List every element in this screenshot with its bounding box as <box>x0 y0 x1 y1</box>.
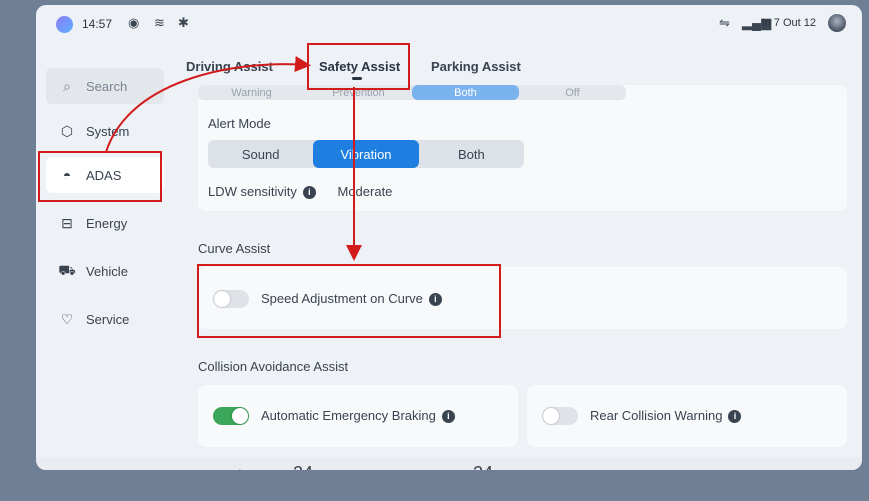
search-placeholder: Search <box>86 78 128 94</box>
right-temp-value: 24 <box>473 463 493 470</box>
bottom-dock: ↩ ⌂ ⛟ ✣ON ‹ 24 °c › ⸙ ‹ 24 °c › ◡ ⊞ ▯▯ ⧉ <box>36 457 862 470</box>
aeb-card: Automatic Emergency Braking i <box>198 385 518 447</box>
left-temp-value: 24 <box>293 463 313 470</box>
temperature-readout: In 7 Out 12 <box>761 17 816 29</box>
sidebar-item-label: Energy <box>86 215 128 231</box>
sidebar-item-system[interactable]: ⬡ System <box>46 113 164 149</box>
bluetooth-icon: ✱ <box>178 15 189 30</box>
sidebar-item-vehicle[interactable]: ⛟ Vehicle <box>46 253 164 289</box>
annotation-box-adas <box>38 151 162 202</box>
ldw-value: Moderate <box>337 184 393 199</box>
left-temperature[interactable]: ‹ 24 °c › <box>282 463 338 470</box>
alert-mode-vibration[interactable]: Vibration <box>313 140 419 168</box>
tab-driving-assist[interactable]: Driving Assist <box>186 59 273 74</box>
info-icon[interactable]: i <box>441 410 455 424</box>
assistant-icon: ◉ <box>128 15 140 30</box>
curve-assist-title: Curve Assist <box>198 241 271 256</box>
apps-icon[interactable]: ⊞ <box>696 467 708 470</box>
rcw-label: Rear Collision Warning <box>590 408 723 423</box>
battery-icon: ⊟ <box>61 214 73 231</box>
lane-assist-card: Warning Prevention Both Off Alert Mode S… <box>198 85 847 211</box>
alert-mode-sound[interactable]: Sound <box>208 140 313 168</box>
split-icon[interactable]: ▯▯ <box>746 467 761 470</box>
alert-mode-segmented[interactable]: Sound Vibration Both <box>208 140 524 168</box>
segment-option[interactable]: Both <box>412 85 519 100</box>
collision-assist-title: Collision Avoidance Assist <box>198 359 349 374</box>
sidebar-item-service[interactable]: ♡ Service <box>46 301 164 337</box>
sidebar-item-label: Vehicle <box>86 263 128 279</box>
usb-icon: ⇋ <box>719 15 730 30</box>
rcw-row: Rear Collision Warning i <box>590 408 742 424</box>
home-icon[interactable]: ⌂ <box>106 467 114 470</box>
aeb-toggle[interactable] <box>213 407 249 425</box>
back-icon[interactable]: ↩ <box>58 467 70 470</box>
seat-heat-icon[interactable]: ⸙ <box>414 465 425 470</box>
rcw-toggle[interactable] <box>542 407 578 425</box>
ldw-sensitivity-row[interactable]: LDW sensitivity i Moderate <box>208 184 393 200</box>
alert-mode-both[interactable]: Both <box>419 140 524 168</box>
status-bar: 14:57 ◉ ≋ ✱ ⇋ ▂▄▆ In 7 Out 12 <box>36 5 862 41</box>
annotation-box-curve <box>197 264 501 338</box>
partial-segment[interactable]: Warning Prevention Both Off <box>198 85 626 100</box>
wifi-icon: ≋ <box>154 15 165 30</box>
sidebar-item-label: System <box>86 123 130 139</box>
segment-option[interactable]: Off <box>519 85 626 100</box>
info-icon[interactable]: i <box>302 186 316 200</box>
sidebar-item-energy[interactable]: ⊟ Energy <box>46 205 164 241</box>
annotation-box-safety-tab <box>307 43 410 90</box>
search-icon: ⌕ <box>63 77 71 94</box>
fan-button[interactable]: ✣ON <box>234 467 258 470</box>
app-logo-icon <box>56 16 73 33</box>
ldw-label: LDW sensitivity <box>208 184 297 199</box>
tab-parking-assist[interactable]: Parking Assist <box>431 59 521 74</box>
aeb-label: Automatic Emergency Braking <box>261 408 436 423</box>
multitask-icon[interactable]: ⧉ <box>824 467 834 470</box>
segment-option[interactable]: Warning <box>198 85 305 100</box>
rcw-card: Rear Collision Warning i <box>527 385 847 447</box>
avatar[interactable] <box>828 14 846 32</box>
car-screen: 14:57 ◉ ≋ ✱ ⇋ ▂▄▆ In 7 Out 12 ⌕ Search ⬡… <box>36 5 862 470</box>
alert-mode-label: Alert Mode <box>208 116 271 131</box>
right-temperature[interactable]: ‹ 24 °c › <box>462 463 518 470</box>
system-icon: ⬡ <box>60 122 74 139</box>
vehicle-icon[interactable]: ⛟ <box>148 467 166 470</box>
aeb-row: Automatic Emergency Braking i <box>261 408 455 424</box>
search-input[interactable]: ⌕ Search <box>46 68 164 104</box>
info-icon[interactable]: i <box>728 410 742 424</box>
sidebar-item-label: Service <box>86 311 130 327</box>
status-time: 14:57 <box>82 17 113 31</box>
heart-icon: ♡ <box>60 310 74 327</box>
defrost-icon[interactable]: ◡ <box>586 467 598 470</box>
car-icon: ⛟ <box>58 261 76 278</box>
